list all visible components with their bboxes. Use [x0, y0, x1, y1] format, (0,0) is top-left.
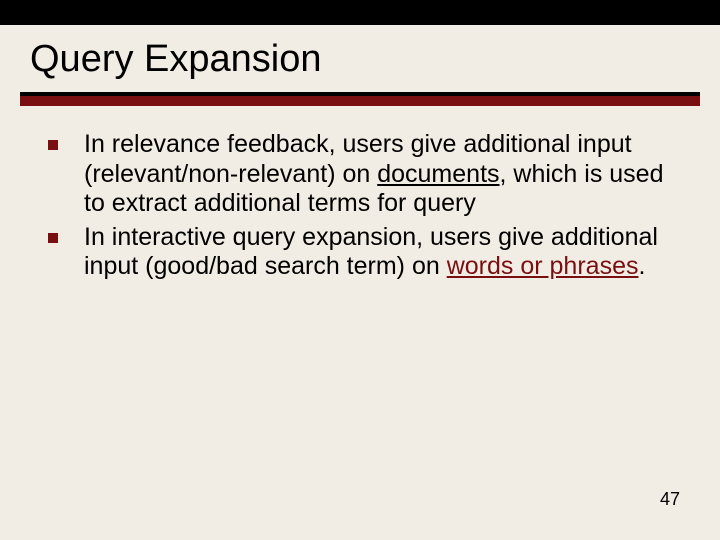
top-bar: [0, 0, 720, 25]
underlined-term: documents: [377, 160, 499, 188]
slide-title: Query Expansion: [30, 38, 322, 81]
highlighted-term: words or phrases: [447, 252, 639, 280]
text-post: .: [638, 252, 645, 280]
bullet-text: In interactive query expansion, users gi…: [84, 223, 688, 282]
list-item: In interactive query expansion, users gi…: [48, 223, 688, 282]
content-area: In relevance feedback, users give additi…: [48, 130, 688, 286]
list-item: In relevance feedback, users give additi…: [48, 130, 688, 219]
bullet-text: In relevance feedback, users give additi…: [84, 130, 688, 219]
bullet-icon: [48, 233, 58, 243]
title-rule-red: [20, 96, 700, 106]
slide: Query Expansion In relevance feedback, u…: [0, 0, 720, 540]
bullet-icon: [48, 140, 58, 150]
page-number: 47: [660, 489, 680, 510]
